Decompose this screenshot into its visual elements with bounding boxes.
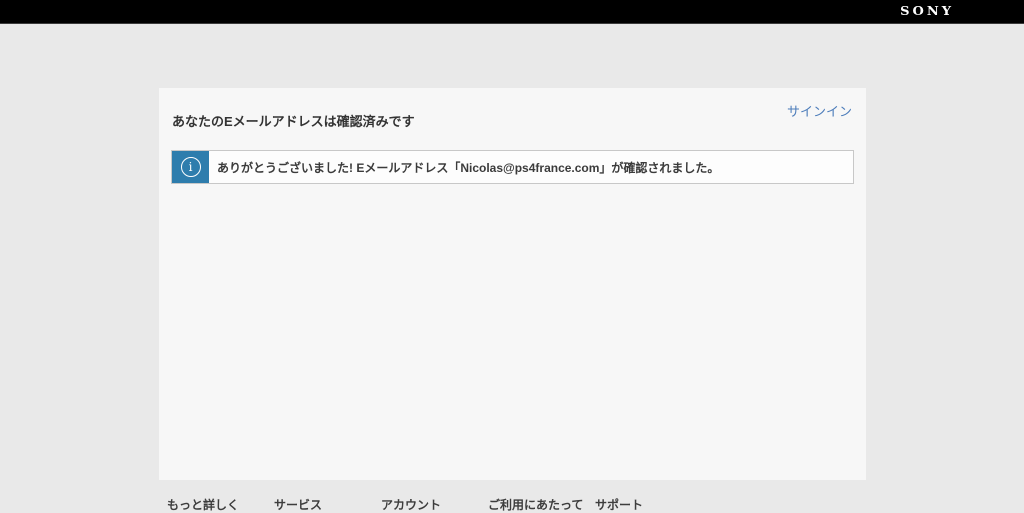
- email-verified-card: サインイン あなたのEメールアドレスは確認済みです i ありがとうございました!…: [159, 88, 866, 480]
- info-notice: i ありがとうございました! Eメールアドレス「Nicolas@ps4franc…: [171, 150, 854, 184]
- notice-message: ありがとうございました! Eメールアドレス「Nicolas@ps4france.…: [217, 160, 720, 175]
- info-icon: i: [180, 157, 201, 177]
- footer-link-support[interactable]: サポート: [595, 496, 643, 513]
- signin-link[interactable]: サインイン: [787, 101, 852, 120]
- footer-link-account[interactable]: アカウント: [381, 496, 488, 513]
- page-title: あなたのEメールアドレスは確認済みです: [172, 114, 415, 129]
- info-icon-cell: i: [172, 151, 209, 183]
- page: SONY サインイン あなたのEメールアドレスは確認済みです i ありがとうござ…: [0, 0, 1024, 513]
- sony-logo: SONY: [900, 4, 954, 19]
- footer-link-row: もっと詳しく サービス アカウント ご利用にあたって サポート: [167, 496, 643, 513]
- top-brand-bar: SONY: [0, 0, 1024, 24]
- footer-link-terms-of-use[interactable]: ご利用にあたって: [488, 496, 595, 513]
- footer-link-learn-more[interactable]: もっと詳しく: [167, 496, 274, 513]
- footer-link-services[interactable]: サービス: [274, 496, 381, 513]
